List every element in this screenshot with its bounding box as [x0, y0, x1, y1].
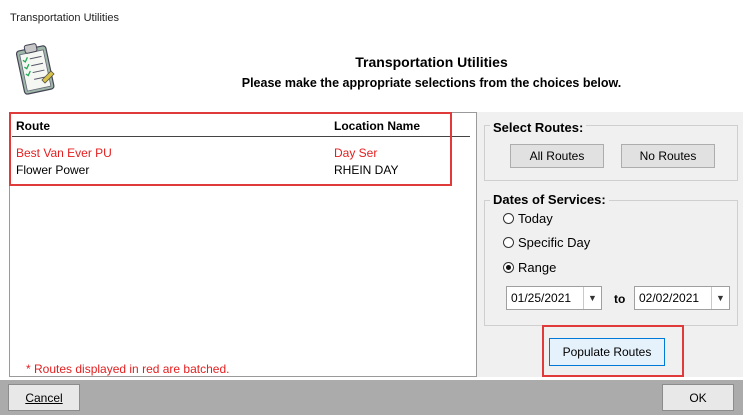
batched-note: * Routes displayed in red are batched.	[26, 362, 230, 376]
radio-today[interactable]: Today	[503, 211, 553, 226]
radio-circle-selected[interactable]	[503, 262, 514, 273]
radio-range[interactable]: Range	[503, 260, 556, 275]
window-title: Transportation Utilities	[10, 12, 120, 24]
annotation-highlight	[9, 112, 452, 186]
start-date-value: 01/25/2021	[511, 291, 572, 305]
ok-button[interactable]: OK	[662, 384, 734, 411]
radio-circle[interactable]	[503, 237, 514, 248]
dates-of-service-title: Dates of Services:	[490, 192, 609, 207]
radio-specific-day[interactable]: Specific Day	[503, 235, 590, 250]
start-date-picker[interactable]: 01/25/2021 ▼	[506, 286, 602, 310]
dialog-title: Transportation Utilities	[355, 54, 508, 70]
populate-routes-button[interactable]: Populate Routes	[549, 338, 665, 366]
select-routes-title: Select Routes:	[490, 120, 587, 135]
footer-bar	[0, 380, 743, 415]
chevron-down-icon[interactable]: ▼	[583, 287, 601, 309]
end-date-picker[interactable]: 02/02/2021 ▼	[634, 286, 730, 310]
ok-button-label: OK	[689, 390, 707, 405]
end-date-value: 02/02/2021	[639, 291, 700, 305]
to-label: to	[614, 292, 626, 306]
cancel-button-label: Cancel	[25, 390, 63, 405]
cancel-button[interactable]: Cancel	[8, 384, 80, 411]
no-routes-button[interactable]: No Routes	[621, 144, 715, 168]
radio-circle[interactable]	[503, 213, 514, 224]
chevron-down-icon[interactable]: ▼	[711, 287, 729, 309]
radio-today-label: Today	[518, 211, 553, 226]
radio-specific-day-label: Specific Day	[518, 235, 591, 250]
all-routes-button[interactable]: All Routes	[510, 144, 604, 168]
radio-range-label: Range	[518, 260, 557, 275]
dialog-subtitle: Please make the appropriate selections f…	[241, 76, 622, 90]
